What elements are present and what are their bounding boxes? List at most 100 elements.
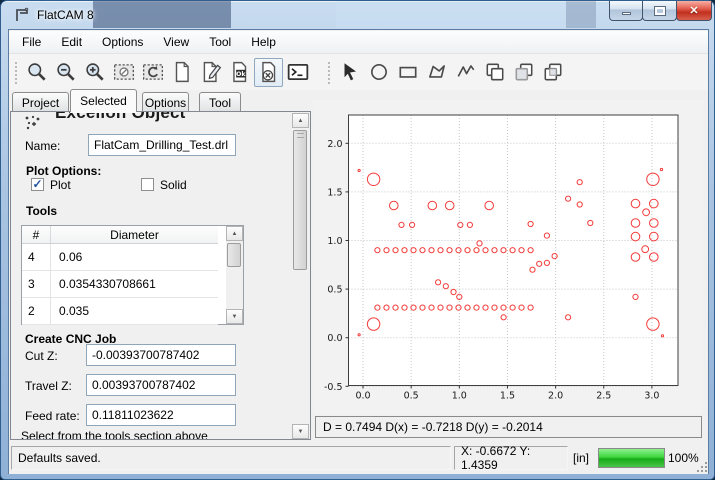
svg-text:2.0: 2.0	[327, 139, 342, 150]
progress-percent: 100%	[668, 446, 699, 470]
menu-edit[interactable]: Edit	[52, 32, 91, 52]
plot-canvas[interactable]: 0.00.51.01.52.02.53.0-0.50.00.51.01.52.0	[313, 100, 703, 414]
draw-rectangle-button[interactable]	[393, 58, 422, 87]
zoom-out-button[interactable]	[51, 58, 80, 87]
union-icon	[484, 61, 506, 83]
check-icon: ✓	[32, 179, 42, 189]
tools-table: # Diameter 40.0630.035433070866120.035 ▲…	[21, 225, 244, 325]
tools-table-row[interactable]: 40.06	[22, 244, 218, 271]
menu-file[interactable]: File	[13, 32, 50, 52]
new-file-icon	[171, 61, 193, 83]
svg-text:1.0: 1.0	[327, 236, 342, 247]
clear-plot-button[interactable]	[109, 58, 138, 87]
scroll-down-icon[interactable]: ▼	[292, 424, 309, 439]
tools-table-row[interactable]: 30.0354330708661	[22, 271, 218, 298]
draw-circle-button[interactable]	[364, 58, 393, 87]
progress-bar	[598, 448, 665, 468]
cutz-input[interactable]	[86, 344, 236, 366]
thumb-grip	[297, 133, 304, 138]
tools-label: Tools	[26, 204, 57, 218]
selected-tab-panel: Excellon Object Name: Plot Options: ✓ Pl…	[10, 111, 311, 440]
svg-text:0.0: 0.0	[355, 391, 370, 402]
edit-file-icon	[200, 61, 222, 83]
shape-union-button[interactable]	[480, 58, 509, 87]
menu-help[interactable]: Help	[242, 32, 285, 52]
close-icon: ✕	[689, 4, 698, 17]
minimize-button[interactable]	[609, 1, 643, 21]
new-object-button[interactable]	[167, 58, 196, 87]
title-bar[interactable]: FlatCAM 8 ✕	[1, 1, 715, 29]
plot-checkbox[interactable]: ✓	[31, 178, 44, 191]
progress-fill	[599, 449, 664, 467]
shape-subtract-button[interactable]	[509, 58, 538, 87]
tab-project[interactable]: Project	[12, 92, 69, 112]
clear-plot-icon	[113, 61, 135, 83]
svg-text:2.5: 2.5	[596, 391, 611, 402]
close-button[interactable]: ✕	[676, 1, 712, 21]
name-label: Name:	[25, 139, 60, 153]
col-header-number[interactable]: #	[22, 226, 51, 243]
delete-file-icon	[258, 61, 280, 83]
zoom-fit-button[interactable]	[22, 58, 51, 87]
panel-scrollbar[interactable]: ▲ ▼	[292, 113, 309, 439]
draw-polyline-button[interactable]	[451, 58, 480, 87]
scroll-down-icon[interactable]: ▼	[226, 309, 243, 324]
solid-checkbox[interactable]	[141, 178, 154, 191]
delete-object-button[interactable]	[254, 58, 283, 87]
svg-text:1.0: 1.0	[452, 391, 467, 402]
tool-number-cell[interactable]: 4	[22, 244, 51, 270]
shape-cut-button[interactable]	[538, 58, 567, 87]
tab-tool[interactable]: Tool	[199, 92, 241, 112]
plot-options-label: Plot Options:	[26, 164, 101, 178]
plot-checkbox-label[interactable]: Plot	[50, 178, 71, 192]
toolbar-drag-handle[interactable]	[326, 60, 331, 84]
drill-scatter-plot: 0.00.51.01.52.02.53.0-0.50.00.51.01.52.0	[313, 100, 703, 414]
replot-icon	[142, 61, 164, 83]
tool-number-cell[interactable]: 2	[22, 298, 51, 324]
solid-checkbox-label[interactable]: Solid	[160, 178, 187, 192]
feedrate-input[interactable]	[86, 404, 236, 426]
cut-icon	[542, 61, 564, 83]
tools-hint: Select from the tools section above	[21, 429, 208, 440]
tab-selected[interactable]: Selected	[70, 89, 137, 112]
toolbar-drag-handle[interactable]	[13, 60, 18, 84]
maximize-icon	[655, 7, 665, 15]
svg-text:3.0: 3.0	[644, 391, 659, 402]
col-header-diameter[interactable]: Diameter	[51, 226, 218, 243]
zoom-in-button[interactable]	[80, 58, 109, 87]
replot-button[interactable]	[138, 58, 167, 87]
travelz-input[interactable]	[86, 374, 236, 396]
tool-number-cell[interactable]: 3	[22, 271, 51, 297]
tool-diameter-cell[interactable]: 0.0354330708661	[51, 271, 218, 297]
maximize-button[interactable]	[642, 1, 677, 21]
tab-options[interactable]: Options	[142, 92, 189, 112]
tool-diameter-cell[interactable]: 0.06	[51, 244, 218, 270]
select-tool-button[interactable]	[335, 58, 364, 87]
scrollbar-thumb[interactable]	[227, 243, 241, 267]
terminal-icon	[287, 61, 309, 83]
edit-object-button[interactable]	[196, 58, 225, 87]
select-arrow-icon	[339, 61, 361, 83]
polyline-tool-icon	[455, 61, 477, 83]
shell-button[interactable]	[283, 58, 312, 87]
draw-polygon-button[interactable]	[422, 58, 451, 87]
screen: FlatCAM 8 ✕ File Edit Options View Tool …	[0, 0, 715, 480]
open-ok-button[interactable]: Ok	[225, 58, 254, 87]
svg-text:0.5: 0.5	[327, 285, 342, 296]
tool-diameter-cell[interactable]: 0.035	[51, 298, 218, 324]
menu-tool[interactable]: Tool	[200, 32, 240, 52]
tools-table-row[interactable]: 20.035	[22, 298, 218, 325]
resize-grip[interactable]	[697, 462, 707, 472]
scrollbar-thumb[interactable]	[293, 130, 307, 270]
name-input[interactable]	[88, 134, 236, 156]
window-title: FlatCAM 8	[37, 8, 94, 22]
tools-table-scrollbar[interactable]: ▲ ▼	[226, 226, 243, 324]
scroll-up-icon[interactable]: ▲	[292, 113, 309, 128]
scroll-up-icon[interactable]: ▲	[226, 226, 243, 241]
tab-bar: Project Selected Options Tool	[9, 88, 311, 112]
menu-view[interactable]: View	[154, 32, 198, 52]
glass-reflection	[93, 1, 231, 28]
excellon-object-icon	[24, 115, 42, 131]
menu-options[interactable]: Options	[93, 32, 152, 52]
cutz-label: Cut Z:	[25, 349, 58, 363]
